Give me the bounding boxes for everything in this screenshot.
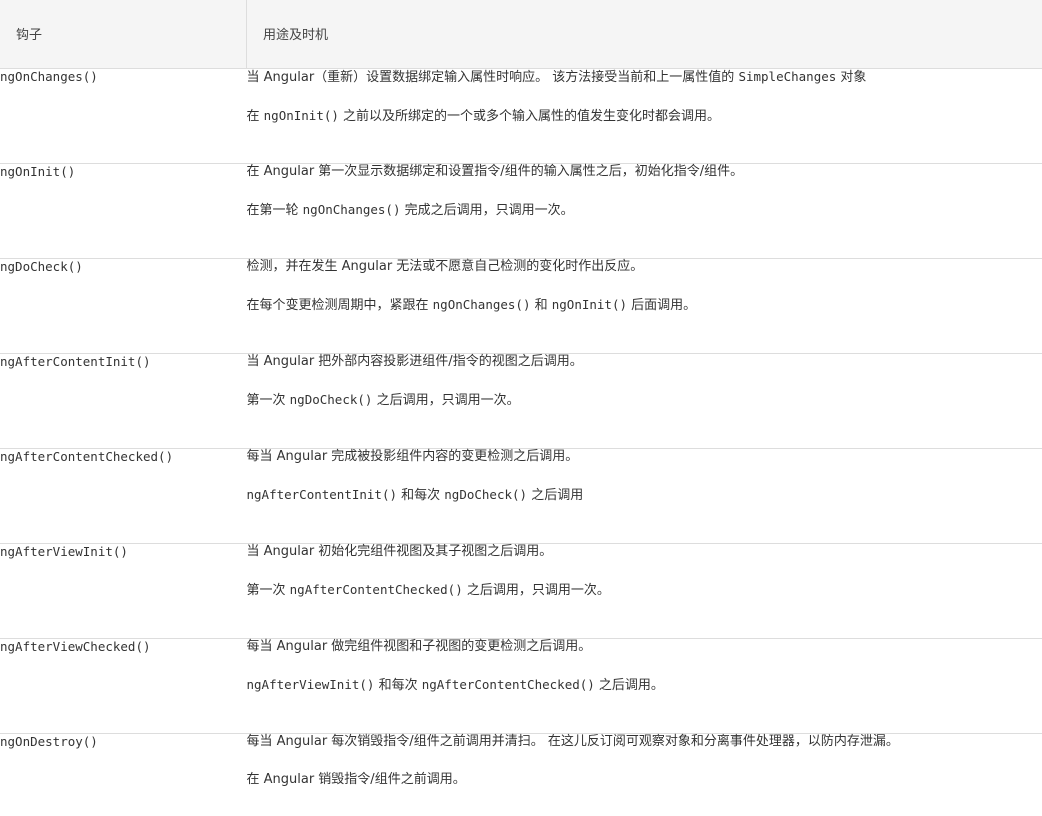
description-purpose: 每当 Angular 每次销毁指令/组件之前调用并清扫。 在这儿反订阅可观察对象… [247,734,1042,750]
description-text: 和 [530,298,551,313]
description-text: 对象 [836,70,866,85]
inline-code: ngOnInit() [264,108,339,123]
description-purpose: 当 Angular 把外部内容投影进组件/指令的视图之后调用。 [247,354,1042,370]
inline-code: ngOnChanges() [433,297,531,312]
table-row: ngAfterContentInit()当 Angular 把外部内容投影进组件… [0,353,1042,448]
description-purpose: 在 Angular 第一次显示数据绑定和设置指令/组件的输入属性之后，初始化指令… [247,164,1042,180]
hook-name: ngAfterContentChecked() [0,448,247,543]
description-text: 之后调用。 [595,678,664,693]
description-text: 每当 Angular 完成被投影组件内容的变更检测之后调用。 [247,449,579,464]
description-timing: 在每个变更检测周期中，紧跟在 ngOnChanges() 和 ngOnInit(… [247,297,1042,314]
description-text: 之后调用 [527,488,583,503]
description-text: 在 Angular 第一次显示数据绑定和设置指令/组件的输入属性之后，初始化指令… [247,164,744,179]
description-text: 在每个变更检测周期中，紧跟在 [247,298,433,313]
inline-code: ngAfterContentChecked() [422,677,595,692]
inline-code: ngAfterContentChecked() [290,582,463,597]
description-timing: 在 Angular 销毁指令/组件之前调用。 [247,772,1042,788]
hook-description: 每当 Angular 每次销毁指令/组件之前调用并清扫。 在这儿反订阅可观察对象… [247,733,1042,816]
table-row: ngAfterViewChecked()每当 Angular 做完组件视图和子视… [0,638,1042,733]
description-text: 检测，并在发生 Angular 无法或不愿意自己检测的变化时作出反应。 [247,259,644,274]
description-purpose: 每当 Angular 做完组件视图和子视图的变更检测之后调用。 [247,639,1042,655]
hook-description: 当 Angular 把外部内容投影进组件/指令的视图之后调用。第一次 ngDoC… [247,353,1042,448]
description-text: 完成之后调用，只调用一次。 [400,203,573,218]
header-usage: 用途及时机 [247,0,1042,68]
description-purpose: 当 Angular（重新）设置数据绑定输入属性时响应。 该方法接受当前和上一属性… [247,69,1042,86]
hook-name: ngAfterViewInit() [0,543,247,638]
hook-name: ngOnInit() [0,163,247,258]
lifecycle-hooks-table: 钩子 用途及时机 ngOnChanges()当 Angular（重新）设置数据绑… [0,0,1042,816]
table-body: ngOnChanges()当 Angular（重新）设置数据绑定输入属性时响应。… [0,68,1042,816]
description-timing: 在 ngOnInit() 之前以及所绑定的一个或多个输入属性的值发生变化时都会调… [247,108,1042,125]
description-text: 在第一轮 [247,203,303,218]
inline-code: ngAfterContentInit() [247,487,398,502]
hook-name: ngOnChanges() [0,68,247,163]
inline-code: ngOnChanges() [303,202,401,217]
hook-description: 在 Angular 第一次显示数据绑定和设置指令/组件的输入属性之后，初始化指令… [247,163,1042,258]
hook-name: ngOnDestroy() [0,733,247,816]
hook-description: 当 Angular 初始化完组件视图及其子视图之后调用。第一次 ngAfterC… [247,543,1042,638]
description-text: 之后调用，只调用一次。 [463,583,610,598]
hook-name: ngDoCheck() [0,258,247,353]
description-text: 当 Angular 把外部内容投影进组件/指令的视图之后调用。 [247,354,583,369]
hook-description: 当 Angular（重新）设置数据绑定输入属性时响应。 该方法接受当前和上一属性… [247,68,1042,163]
inline-code: SimpleChanges [738,69,836,84]
description-text: 在 [247,109,264,124]
description-text: 在 Angular 销毁指令/组件之前调用。 [247,772,466,787]
description-text: 和每次 [374,678,421,693]
inline-code: ngOnInit() [552,297,627,312]
description-purpose: 当 Angular 初始化完组件视图及其子视图之后调用。 [247,544,1042,560]
description-text: 第一次 [247,393,290,408]
description-purpose: 每当 Angular 完成被投影组件内容的变更检测之后调用。 [247,449,1042,465]
description-text: 每当 Angular 做完组件视图和子视图的变更检测之后调用。 [247,639,592,654]
hook-name: ngAfterViewChecked() [0,638,247,733]
description-text: 当 Angular 初始化完组件视图及其子视图之后调用。 [247,544,553,559]
description-timing: 在第一轮 ngOnChanges() 完成之后调用，只调用一次。 [247,202,1042,219]
description-timing: 第一次 ngDoCheck() 之后调用，只调用一次。 [247,392,1042,409]
description-timing: ngAfterContentInit() 和每次 ngDoCheck() 之后调… [247,487,1042,504]
table-row: ngAfterContentChecked()每当 Angular 完成被投影组… [0,448,1042,543]
description-text: 每当 Angular 每次销毁指令/组件之前调用并清扫。 在这儿反订阅可观察对象… [247,734,899,749]
table-row: ngOnDestroy()每当 Angular 每次销毁指令/组件之前调用并清扫… [0,733,1042,816]
description-purpose: 检测，并在发生 Angular 无法或不愿意自己检测的变化时作出反应。 [247,259,1042,275]
description-text: 第一次 [247,583,290,598]
inline-code: ngDoCheck() [290,392,373,407]
table-header-row: 钩子 用途及时机 [0,0,1042,68]
description-text: 之前以及所绑定的一个或多个输入属性的值发生变化时都会调用。 [339,109,720,124]
header-hook: 钩子 [0,0,247,68]
hook-description: 检测，并在发生 Angular 无法或不愿意自己检测的变化时作出反应。在每个变更… [247,258,1042,353]
description-text: 之后调用，只调用一次。 [372,393,519,408]
inline-code: ngDoCheck() [444,487,527,502]
inline-code: ngAfterViewInit() [247,677,375,692]
description-timing: ngAfterViewInit() 和每次 ngAfterContentChec… [247,677,1042,694]
description-timing: 第一次 ngAfterContentChecked() 之后调用，只调用一次。 [247,582,1042,599]
description-text: 后面调用。 [627,298,696,313]
hook-name: ngAfterContentInit() [0,353,247,448]
description-text: 当 Angular（重新）设置数据绑定输入属性时响应。 该方法接受当前和上一属性… [247,70,739,85]
hook-description: 每当 Angular 完成被投影组件内容的变更检测之后调用。 ngAfterCon… [247,448,1042,543]
table-row: ngOnInit()在 Angular 第一次显示数据绑定和设置指令/组件的输入… [0,163,1042,258]
hook-description: 每当 Angular 做完组件视图和子视图的变更检测之后调用。 ngAfterVi… [247,638,1042,733]
table-row: ngOnChanges()当 Angular（重新）设置数据绑定输入属性时响应。… [0,68,1042,163]
description-text: 和每次 [397,488,444,503]
table-row: ngAfterViewInit()当 Angular 初始化完组件视图及其子视图… [0,543,1042,638]
table-row: ngDoCheck()检测，并在发生 Angular 无法或不愿意自己检测的变化… [0,258,1042,353]
